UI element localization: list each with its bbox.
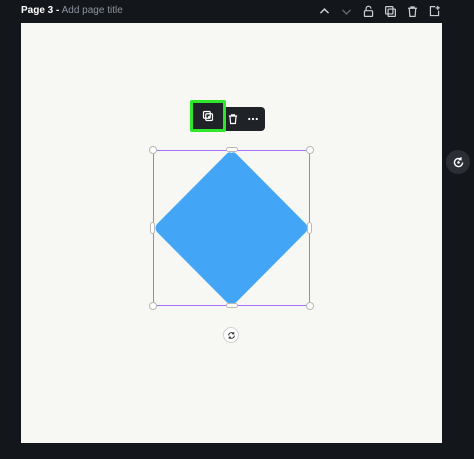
duplicate-page-icon[interactable]: [382, 3, 398, 19]
refresh-icon: [453, 156, 463, 167]
resize-handle-top-left[interactable]: [149, 146, 157, 154]
chevron-down-icon[interactable]: [338, 3, 354, 19]
page-label: Page 3 -: [21, 5, 60, 16]
resize-handle-top[interactable]: [226, 147, 238, 152]
resize-handle-right[interactable]: [307, 222, 312, 234]
duplicate-icon: [202, 110, 214, 122]
selection-box[interactable]: [153, 150, 310, 306]
trash-icon: [228, 114, 238, 125]
unlock-icon[interactable]: [360, 3, 376, 19]
page-title[interactable]: Page 3 - Add page title: [21, 5, 123, 16]
resize-handle-top-right[interactable]: [306, 146, 314, 154]
rotate-icon: [227, 331, 235, 339]
resize-handle-left[interactable]: [150, 222, 155, 234]
resize-handle-bottom[interactable]: [226, 303, 238, 308]
trash-icon[interactable]: [404, 3, 420, 19]
resize-handle-bottom-left[interactable]: [149, 302, 157, 310]
more-horizontal-icon: [248, 117, 258, 121]
refresh-button[interactable]: [446, 150, 470, 174]
chevron-up-icon[interactable]: [316, 3, 332, 19]
resize-handle-bottom-right[interactable]: [306, 302, 314, 310]
page-header: Page 3 - Add page title: [0, 0, 474, 22]
rotate-handle[interactable]: [223, 327, 239, 343]
add-page-icon[interactable]: [426, 3, 442, 19]
more-options-button[interactable]: [241, 107, 265, 131]
page-title-placeholder[interactable]: Add page title: [62, 5, 123, 16]
duplicate-element-button[interactable]: [190, 100, 226, 132]
